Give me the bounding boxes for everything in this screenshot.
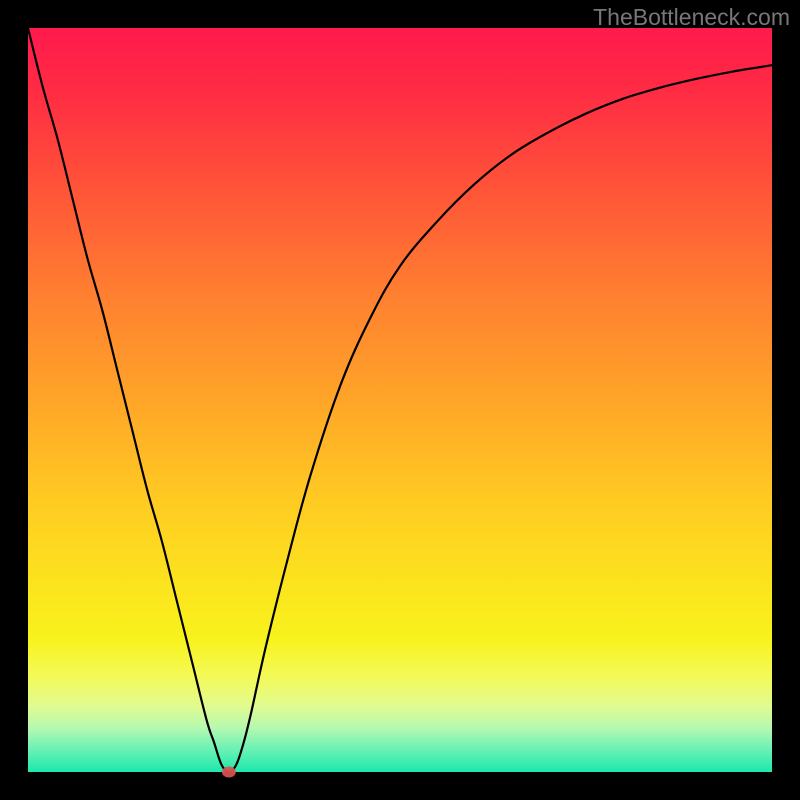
curve-svg xyxy=(28,28,772,772)
optimum-marker xyxy=(222,767,236,778)
plot-area xyxy=(28,28,772,772)
bottleneck-curve xyxy=(28,28,772,772)
watermark-label: TheBottleneck.com xyxy=(593,4,790,31)
chart-frame: TheBottleneck.com xyxy=(0,0,800,800)
